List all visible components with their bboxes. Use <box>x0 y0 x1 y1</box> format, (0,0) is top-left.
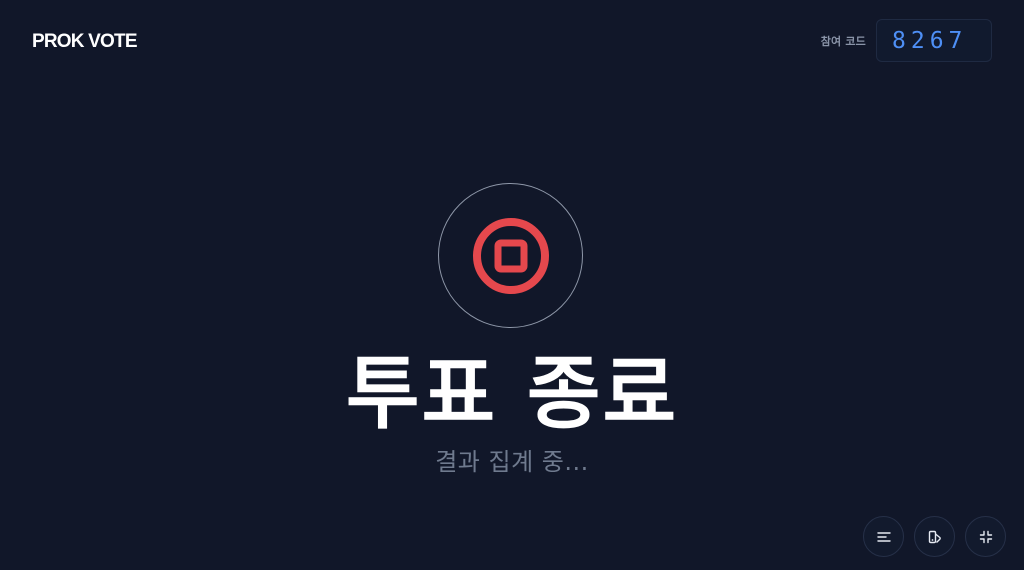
status-icon-ring <box>438 183 583 328</box>
status-title: 투표 종료 <box>345 347 679 440</box>
participation-code-area: 참여 코드 8267 <box>821 19 992 62</box>
participation-code-box: 8267 <box>876 19 992 62</box>
app-logo: PROK VOTE <box>32 31 138 52</box>
vote-ended-screen: PROK VOTE 참여 코드 8267 투표 종료 결과 집계 중... <box>0 0 1024 570</box>
participation-code-value: 8267 <box>892 27 968 54</box>
participation-code-label: 참여 코드 <box>820 34 866 48</box>
menu-button[interactable] <box>863 516 904 557</box>
status-subtitle: 결과 집계 중... <box>435 448 589 476</box>
menu-icon <box>876 531 891 542</box>
theme-icon <box>928 530 941 543</box>
theme-button[interactable] <box>914 516 955 557</box>
fullscreen-icon <box>979 530 992 543</box>
stop-circle-icon <box>472 217 549 294</box>
fullscreen-button[interactable] <box>965 516 1006 557</box>
bottom-controls <box>863 516 1006 557</box>
